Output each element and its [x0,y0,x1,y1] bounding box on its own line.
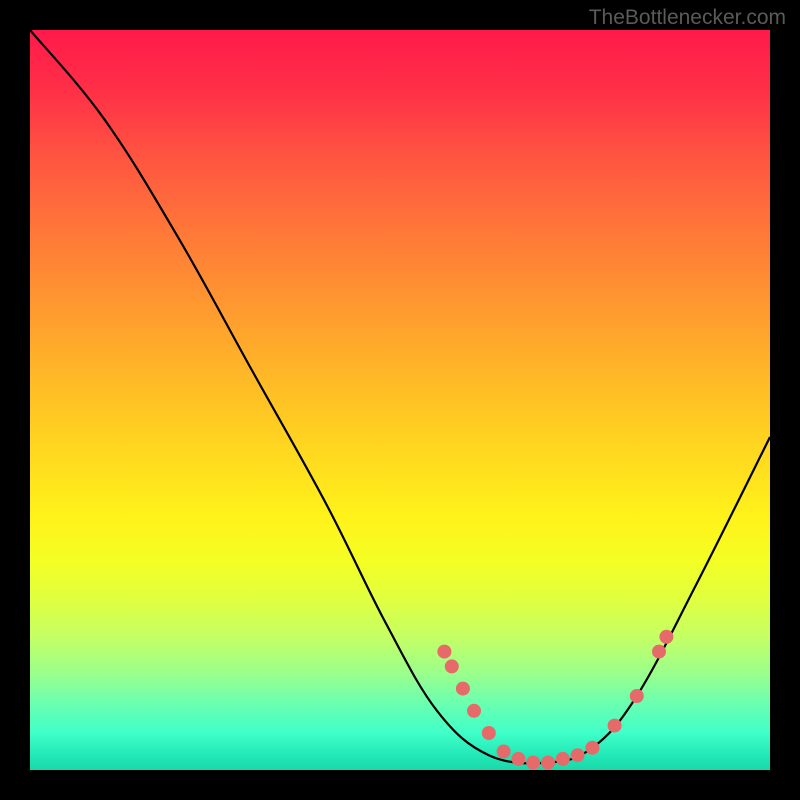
chart-marker [467,704,481,718]
chart-marker [511,752,525,766]
chart-marker [585,741,599,755]
chart-marker [526,756,540,770]
chart-marker [659,630,673,644]
chart-marker [497,745,511,759]
chart-plot-area [30,30,770,770]
chart-marker [437,645,451,659]
watermark-text: TheBottlenecker.com [589,6,786,30]
chart-marker [571,748,585,762]
chart-markers [437,630,673,770]
chart-marker [630,689,644,703]
chart-marker [556,752,570,766]
chart-marker [652,645,666,659]
chart-marker [482,726,496,740]
chart-marker [445,659,459,673]
chart-marker [456,682,470,696]
chart-svg [30,30,770,770]
chart-marker [541,756,555,770]
chart-marker [608,719,622,733]
